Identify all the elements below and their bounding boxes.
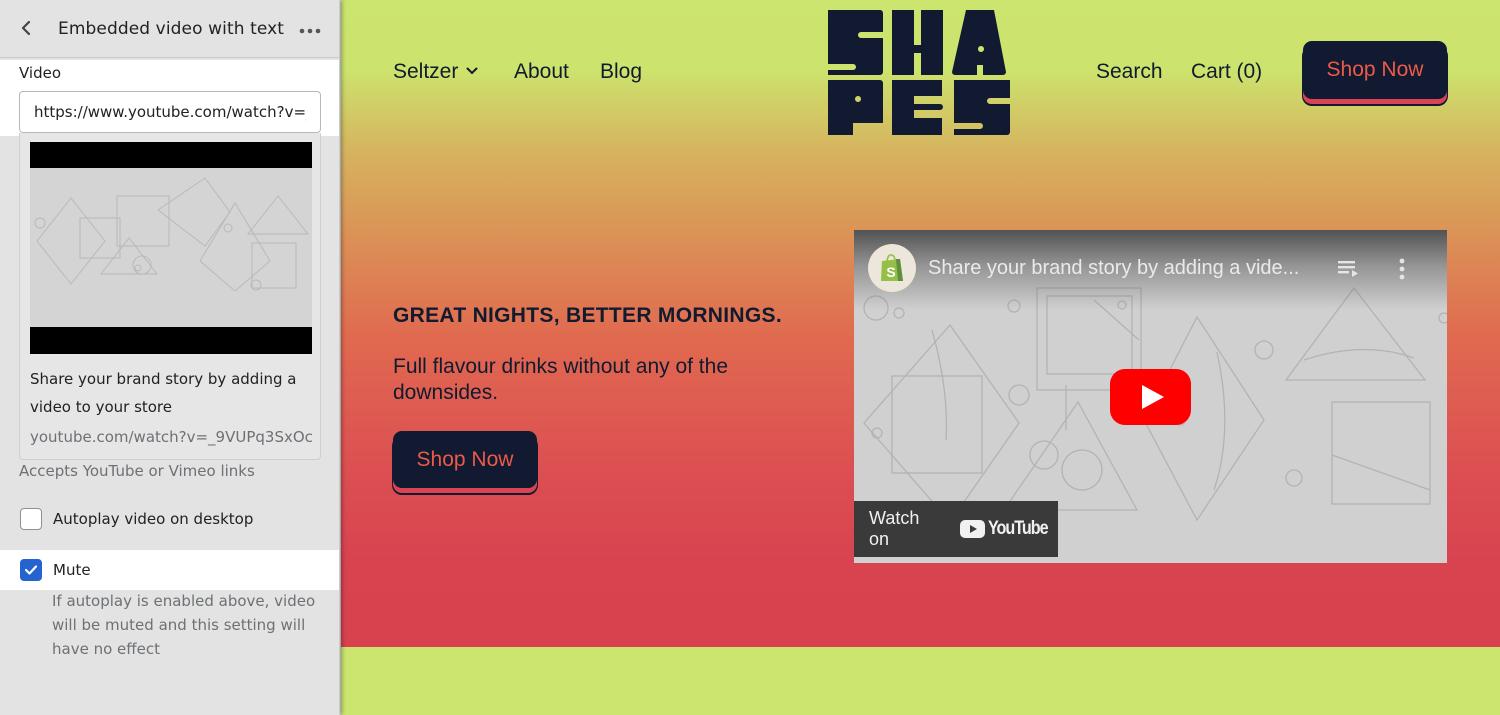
header-shop-now-button[interactable]: Shop Now [1303, 41, 1447, 99]
next-section-band [341, 647, 1500, 715]
shopify-bag-icon: S [881, 254, 903, 281]
thumbnail-illustration [30, 168, 312, 327]
autoplay-checkbox-row[interactable]: Autoplay video on desktop [0, 499, 339, 539]
youtube-play-icon[interactable] [1110, 369, 1191, 425]
nav-item-about[interactable]: About [514, 60, 569, 84]
sidebar-title: Embedded video with text [58, 18, 285, 39]
video-preview-url: youtube.com/watch?v=_9VUPq3SxOc [30, 428, 313, 446]
mute-label: Mute [53, 561, 91, 579]
nav-item-seltzer[interactable]: Seltzer [393, 60, 478, 84]
storefront-preview: Seltzer About Blog Search Cart (0) Shop … [341, 0, 1500, 715]
watch-on-youtube-button[interactable]: Watch on YouTube [854, 501, 1058, 557]
video-field-label: Video [19, 64, 62, 82]
playlist-icon[interactable] [1338, 260, 1360, 283]
nav-item-cart[interactable]: Cart (0) [1191, 60, 1262, 84]
video-preview-card[interactable]: Share your brand story by adding a video… [19, 133, 321, 460]
ellipsis-icon[interactable] [299, 18, 321, 39]
shopify-channel-avatar[interactable]: S [868, 244, 916, 292]
mute-checkbox-row[interactable]: Mute [0, 550, 339, 590]
video-url-input[interactable] [19, 91, 321, 133]
autoplay-label: Autoplay video on desktop [53, 510, 254, 528]
watch-on-label: Watch on [869, 508, 920, 549]
video-preview-description: Share your brand story by adding a video… [30, 370, 297, 416]
hero-heading: GREAT NIGHTS, BETTER MORNINGS. [393, 304, 782, 327]
svg-text:S: S [886, 264, 895, 280]
checkmark-icon [24, 565, 38, 575]
nav-seltzer-label: Seltzer [393, 60, 459, 83]
youtube-embed[interactable]: S Share your brand story by adding a vid… [854, 230, 1447, 563]
youtube-video-title[interactable]: Share your brand story by adding a vide.… [928, 257, 1299, 280]
sidebar-header: Embedded video with text [0, 0, 339, 58]
mute-help-text: If autoplay is enabled above, video will… [52, 592, 316, 658]
video-field-help-text: Accepts YouTube or Vimeo links [19, 462, 255, 480]
hero-shop-now-button[interactable]: Shop Now [393, 431, 537, 488]
youtube-wordmark: YouTube [987, 518, 1049, 539]
chevron-left-icon[interactable] [20, 17, 44, 41]
mute-checkbox[interactable] [20, 559, 42, 581]
section-settings-sidebar: Embedded video with text Video https://w… [0, 0, 340, 715]
autoplay-checkbox[interactable] [20, 508, 42, 530]
shapes-logo[interactable] [824, 8, 1016, 138]
hero-subheading: Full flavour drinks without any of the d… [393, 355, 728, 404]
nav-item-search[interactable]: Search [1096, 60, 1163, 84]
more-vert-icon[interactable] [1399, 258, 1405, 285]
nav-item-blog[interactable]: Blog [600, 60, 642, 84]
video-preview-thumbnail [30, 142, 312, 354]
youtube-logo-icon: YouTube [959, 518, 1058, 540]
chevron-down-icon [466, 63, 478, 78]
